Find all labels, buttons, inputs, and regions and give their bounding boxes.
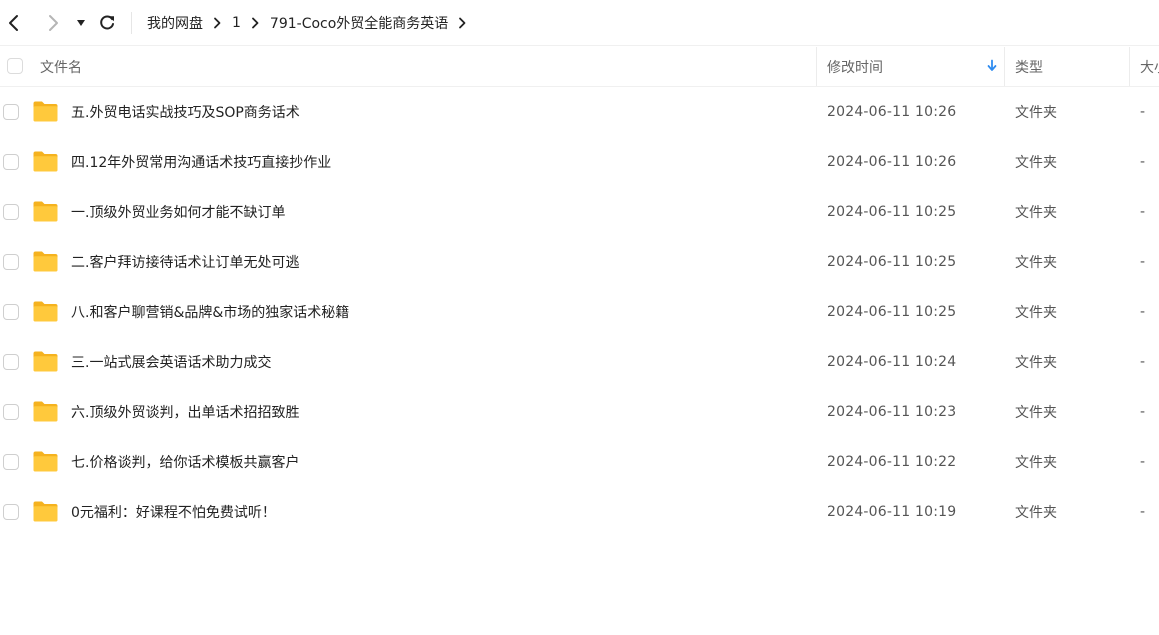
- file-name[interactable]: 六.顶级外贸谈判，出单话术招招致胜: [71, 387, 299, 437]
- file-row[interactable]: 三.一站式展会英语话术助力成交 2024-06-11 10:24 文件夹 -: [0, 337, 1159, 387]
- folder-icon: [33, 351, 58, 372]
- file-type: 文件夹: [1015, 105, 1057, 121]
- file-size: -: [1140, 504, 1146, 520]
- file-row[interactable]: 四.12年外贸常用沟通话术技巧直接抄作业 2024-06-11 10:26 文件…: [0, 137, 1159, 187]
- file-name[interactable]: 七.价格谈判，给你话术模板共赢客户: [71, 437, 299, 487]
- file-row[interactable]: 五.外贸电话实战技巧及SOP商务话术 2024-06-11 10:26 文件夹 …: [0, 87, 1159, 137]
- file-type: 文件夹: [1015, 505, 1057, 521]
- breadcrumb-item-folder-1[interactable]: 1: [232, 15, 241, 31]
- file-modified-time: 2024-06-11 10:25: [827, 304, 957, 320]
- file-modified-time: 2024-06-11 10:25: [827, 254, 957, 270]
- file-row[interactable]: 二.客户拜访接待话术让订单无处可逃 2024-06-11 10:25 文件夹 -: [0, 237, 1159, 287]
- file-row[interactable]: 0元福利：好课程不怕免费试听！ 2024-06-11 10:19 文件夹 -: [0, 487, 1159, 537]
- file-modified-time: 2024-06-11 10:22: [827, 454, 957, 470]
- folder-icon: [33, 101, 58, 122]
- file-name[interactable]: 四.12年外贸常用沟通话术技巧直接抄作业: [71, 137, 331, 187]
- row-checkbox[interactable]: [3, 204, 19, 220]
- file-row[interactable]: 六.顶级外贸谈判，出单话术招招致胜 2024-06-11 10:23 文件夹 -: [0, 387, 1159, 437]
- history-dropdown-button[interactable]: [69, 11, 93, 35]
- row-checkbox[interactable]: [3, 304, 19, 320]
- file-size: -: [1140, 404, 1146, 420]
- forward-button[interactable]: [41, 11, 65, 35]
- file-modified-time: 2024-06-11 10:25: [827, 204, 957, 220]
- file-type: 文件夹: [1015, 405, 1057, 421]
- column-header-modified[interactable]: 修改时间: [827, 47, 883, 86]
- file-row[interactable]: 七.价格谈判，给你话术模板共赢客户 2024-06-11 10:22 文件夹 -: [0, 437, 1159, 487]
- file-row[interactable]: 一.顶级外贸业务如何才能不缺订单 2024-06-11 10:25 文件夹 -: [0, 187, 1159, 237]
- refresh-button[interactable]: [95, 11, 119, 35]
- row-checkbox[interactable]: [3, 354, 19, 370]
- file-size: -: [1140, 354, 1146, 370]
- file-name[interactable]: 一.顶级外贸业务如何才能不缺订单: [71, 187, 285, 237]
- caret-down-icon: [77, 20, 85, 26]
- file-name[interactable]: 0元福利：好课程不怕免费试听！: [71, 487, 276, 537]
- breadcrumb-item-current[interactable]: 791-Coco外贸全能商务英语: [270, 13, 448, 33]
- breadcrumb: 我的网盘 1 791-Coco外贸全能商务英语: [147, 0, 477, 46]
- file-name[interactable]: 二.客户拜访接待话术让订单无处可逃: [71, 237, 299, 287]
- file-name[interactable]: 八.和客户聊营销&品牌&市场的独家话术秘籍: [71, 287, 349, 337]
- folder-icon: [33, 201, 58, 222]
- file-size: -: [1140, 254, 1146, 270]
- file-name[interactable]: 五.外贸电话实战技巧及SOP商务话术: [71, 87, 300, 137]
- file-type: 文件夹: [1015, 305, 1057, 321]
- file-type: 文件夹: [1015, 455, 1057, 471]
- column-resize-handle[interactable]: [1129, 47, 1130, 86]
- folder-icon: [33, 451, 58, 472]
- chevron-right-icon[interactable]: [458, 17, 466, 29]
- folder-icon: [33, 301, 58, 322]
- chevron-left-icon: [9, 15, 18, 31]
- file-modified-time: 2024-06-11 10:26: [827, 104, 957, 120]
- file-size: -: [1140, 204, 1146, 220]
- row-checkbox[interactable]: [3, 154, 19, 170]
- file-size: -: [1140, 154, 1146, 170]
- folder-icon: [33, 251, 58, 272]
- breadcrumb-item-root[interactable]: 我的网盘: [147, 13, 203, 33]
- sort-descending-icon[interactable]: [986, 59, 998, 73]
- file-name[interactable]: 三.一站式展会英语话术助力成交: [71, 337, 271, 387]
- folder-icon: [33, 151, 58, 172]
- file-list-header: 文件名 修改时间 类型 大小: [0, 47, 1159, 87]
- file-modified-time: 2024-06-11 10:19: [827, 504, 957, 520]
- file-row[interactable]: 八.和客户聊营销&品牌&市场的独家话术秘籍 2024-06-11 10:25 文…: [0, 287, 1159, 337]
- file-modified-time: 2024-06-11 10:26: [827, 154, 957, 170]
- folder-icon: [33, 501, 58, 522]
- file-modified-time: 2024-06-11 10:24: [827, 354, 957, 370]
- file-size: -: [1140, 104, 1146, 120]
- chevron-right-icon: [213, 17, 221, 29]
- folder-icon: [33, 401, 58, 422]
- chevron-right-icon: [49, 15, 58, 31]
- row-checkbox[interactable]: [3, 104, 19, 120]
- file-size: -: [1140, 454, 1146, 470]
- toolbar: 我的网盘 1 791-Coco外贸全能商务英语: [0, 0, 1159, 46]
- refresh-icon: [100, 15, 114, 30]
- chevron-right-icon: [251, 17, 259, 29]
- select-all-checkbox[interactable]: [7, 58, 23, 74]
- column-resize-handle[interactable]: [1004, 47, 1005, 86]
- back-button[interactable]: [2, 11, 26, 35]
- file-type: 文件夹: [1015, 155, 1057, 171]
- column-header-name[interactable]: 文件名: [40, 47, 82, 86]
- row-checkbox[interactable]: [3, 404, 19, 420]
- file-type: 文件夹: [1015, 355, 1057, 371]
- column-header-size-label: 大小: [1140, 59, 1159, 76]
- file-type: 文件夹: [1015, 255, 1057, 271]
- column-header-size[interactable]: 大小: [1140, 47, 1159, 86]
- file-type: 文件夹: [1015, 205, 1057, 221]
- column-resize-handle[interactable]: [816, 47, 817, 86]
- row-checkbox[interactable]: [3, 254, 19, 270]
- toolbar-divider: [131, 12, 132, 34]
- column-header-type[interactable]: 类型: [1015, 47, 1043, 86]
- row-checkbox[interactable]: [3, 454, 19, 470]
- file-size: -: [1140, 304, 1146, 320]
- file-modified-time: 2024-06-11 10:23: [827, 404, 957, 420]
- row-checkbox[interactable]: [3, 504, 19, 520]
